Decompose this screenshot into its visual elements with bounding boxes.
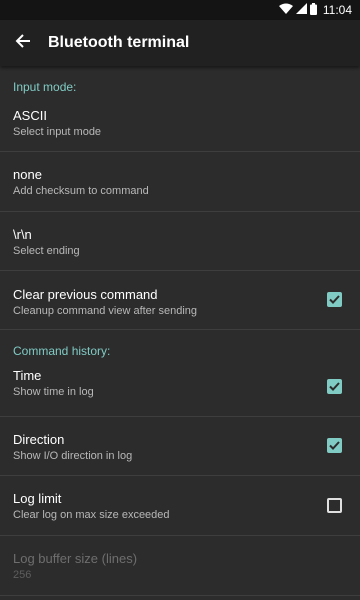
pref-summary: Add checksum to command	[13, 185, 149, 197]
pref-summary: Cleanup command view after sending	[13, 305, 198, 317]
direction-checkbox[interactable]	[327, 438, 342, 453]
pref-title: Direction	[13, 432, 65, 447]
page-title: Bluetooth terminal	[48, 34, 190, 51]
section-header-input-mode: Input mode:	[13, 80, 77, 94]
battery-icon	[309, 2, 317, 18]
pref-summary: 256	[13, 569, 32, 581]
pref-summary: Clear log on max size exceeded	[13, 509, 170, 521]
pref-title: Time	[13, 368, 42, 383]
status-bar: 11:04	[0, 0, 360, 20]
pref-title: \r\n	[13, 227, 32, 242]
pref-log-limit[interactable]: Log limit Clear log on max size exceeded	[0, 476, 360, 536]
arrow-back-icon	[15, 33, 31, 54]
wifi-icon	[278, 3, 293, 17]
pref-title: Clear previous command	[13, 287, 158, 302]
pref-summary: Select input mode	[13, 126, 102, 138]
pref-direction[interactable]: Direction Show I/O direction in log	[0, 417, 360, 476]
pref-title: Log limit	[13, 491, 62, 506]
app-bar: Bluetooth terminal	[0, 20, 360, 66]
pref-clear-previous-command[interactable]: Clear previous command Cleanup command v…	[0, 271, 360, 330]
clear-command-checkbox[interactable]	[327, 292, 342, 307]
section-header-command-history: Command history:	[13, 344, 111, 358]
pref-title: Log buffer size (lines)	[13, 551, 138, 566]
pref-summary: Select ending	[13, 245, 80, 257]
signal-icon	[295, 3, 307, 17]
log-limit-checkbox[interactable]	[327, 497, 342, 513]
status-time: 11:04	[322, 3, 352, 17]
pref-title: none	[13, 167, 42, 182]
pref-ending[interactable]: \r\n Select ending	[0, 212, 360, 271]
settings-list: Input mode: ASCII Select input mode none…	[0, 66, 360, 596]
back-button[interactable]	[0, 20, 46, 66]
pref-checksum[interactable]: none Add checksum to command	[0, 152, 360, 212]
pref-log-buffer-size: Log buffer size (lines) 256	[0, 536, 360, 596]
time-checkbox[interactable]	[327, 379, 342, 394]
pref-time[interactable]: Time Show time in log	[0, 358, 360, 417]
pref-summary: Show time in log	[13, 386, 94, 398]
pref-summary: Show I/O direction in log	[13, 450, 133, 462]
pref-input-mode[interactable]: ASCII Select input mode	[0, 96, 360, 152]
pref-title: ASCII	[13, 108, 47, 123]
